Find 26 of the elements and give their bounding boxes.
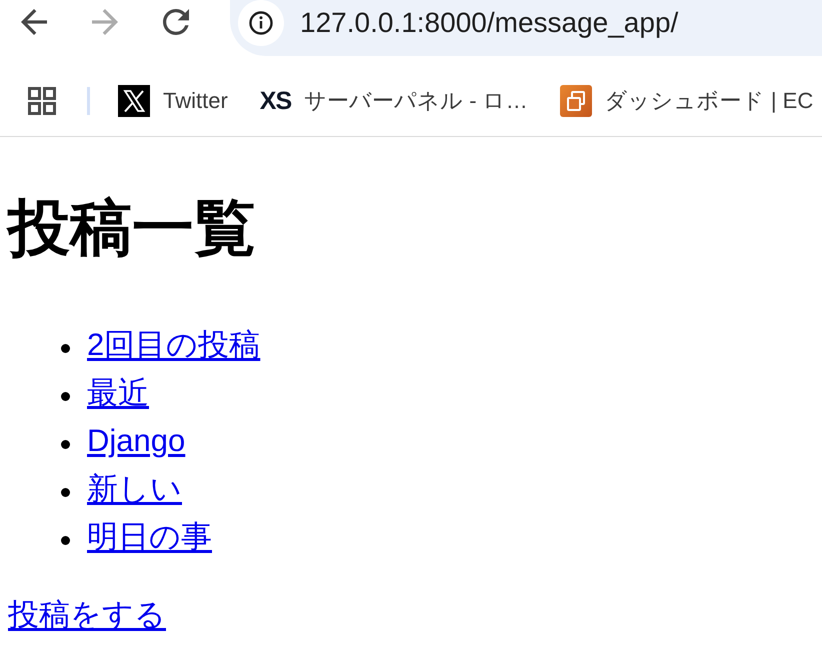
x-logo-icon: [118, 85, 150, 117]
bullet-icon: [61, 344, 70, 352]
post-link[interactable]: 新しい: [87, 468, 182, 510]
bullet-icon: [61, 392, 70, 400]
bullet-icon: [61, 536, 70, 544]
post-link[interactable]: 2回目の投稿: [87, 324, 260, 366]
bullet-icon: [61, 440, 70, 448]
arrow-left-icon: [21, 9, 47, 35]
address-bar[interactable]: 127.0.0.1:8000/message_app/: [230, 0, 822, 56]
bookmark-button[interactable]: ダッシュボード | EC: [560, 85, 814, 117]
url-text: 127.0.0.1:8000/message_app/: [300, 6, 678, 40]
reload-icon: [163, 9, 189, 35]
bookmark-button[interactable]: Twitter: [118, 85, 228, 117]
post-link[interactable]: Django: [87, 423, 186, 459]
apps-button[interactable]: [28, 87, 56, 115]
app-tile-icon: [560, 85, 592, 117]
post-link[interactable]: 明日の事: [87, 516, 212, 558]
page-heading: 投稿一覧: [8, 193, 257, 265]
logo-text: XS: [260, 86, 292, 117]
info-icon[interactable]: [238, 0, 284, 46]
arrow-right-icon: [92, 9, 118, 35]
new-post-link[interactable]: 投稿をする: [8, 591, 166, 639]
bullet-icon: [61, 488, 70, 496]
grid-icon: [28, 87, 56, 115]
post-link[interactable]: 最近: [87, 372, 149, 414]
bookmark-button[interactable]: XS サーバーパネル - ロ…: [260, 85, 528, 117]
